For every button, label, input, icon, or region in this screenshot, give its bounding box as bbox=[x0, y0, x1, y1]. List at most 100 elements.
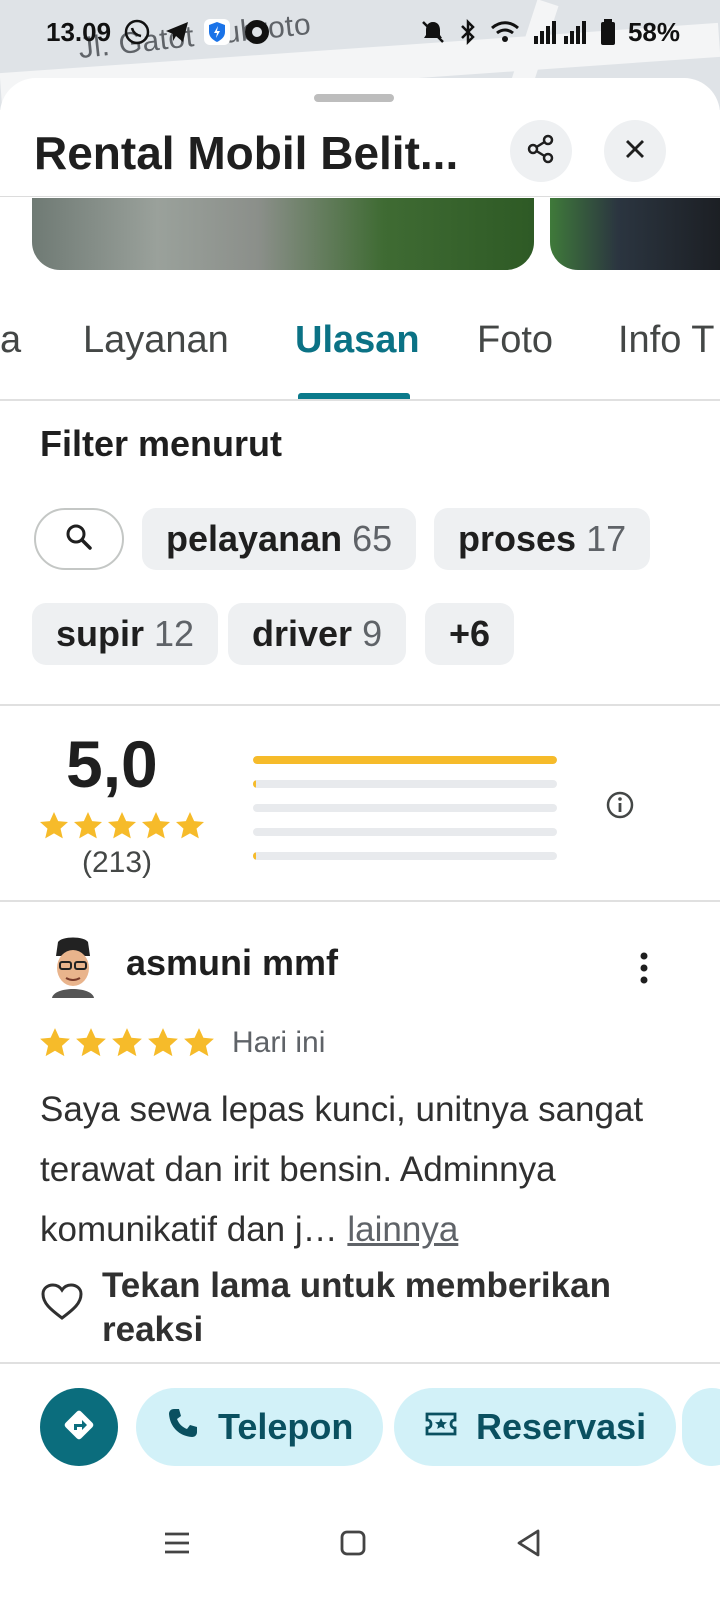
chip-count: 17 bbox=[586, 518, 627, 559]
review-text: Saya sewa lepas kunci, unitnya sangat te… bbox=[40, 1080, 690, 1260]
rating-stars bbox=[38, 810, 206, 842]
rating-bar-3 bbox=[253, 804, 557, 812]
sheet-header: Rental Mobil Belit... bbox=[0, 114, 720, 198]
avatar[interactable] bbox=[46, 936, 100, 998]
close-icon bbox=[623, 137, 647, 166]
star-icon bbox=[142, 812, 170, 839]
star-icon bbox=[184, 1028, 214, 1057]
review-stars bbox=[38, 1026, 216, 1060]
battery-percent: 58% bbox=[627, 16, 680, 47]
wifi-icon bbox=[490, 19, 520, 45]
rating-bar-5 bbox=[253, 756, 557, 764]
rating-bar-fill bbox=[253, 780, 257, 788]
star-icon bbox=[108, 812, 136, 839]
tab-services[interactable]: Layanan bbox=[83, 319, 229, 362]
chip-label: +6 bbox=[449, 613, 491, 654]
aperture-icon bbox=[243, 18, 271, 46]
rating-bar-1 bbox=[253, 852, 557, 860]
chip-count: 12 bbox=[154, 613, 195, 654]
place-sheet: Rental Mobil Belit... a Layanan Ulasan F… bbox=[0, 78, 720, 1368]
place-title: Rental Mobil Belit... bbox=[34, 127, 459, 179]
tab-overview[interactable]: a bbox=[0, 319, 21, 362]
filter-chip-proses[interactable]: proses 17 bbox=[434, 508, 651, 570]
signal-icon bbox=[532, 20, 588, 44]
close-button[interactable] bbox=[604, 120, 666, 182]
rating-score: 5,0 bbox=[66, 727, 158, 801]
reaction-hint: Tekan lama untuk memberikan reaksi bbox=[102, 1266, 611, 1349]
back-triangle-icon bbox=[514, 1528, 544, 1563]
filter-title: Filter menurut bbox=[40, 423, 283, 464]
whatsapp-icon bbox=[123, 18, 151, 46]
filter-chip-more[interactable]: +6 bbox=[425, 603, 515, 665]
chip-label: supir bbox=[56, 613, 145, 654]
share-icon bbox=[526, 134, 556, 169]
reserve-label: Reservasi bbox=[476, 1406, 647, 1447]
battery-icon bbox=[600, 19, 616, 45]
tab-reviews[interactable]: Ulasan bbox=[295, 319, 420, 362]
chip-label: driver bbox=[252, 613, 353, 654]
home-square-icon bbox=[339, 1529, 367, 1562]
place-photo[interactable] bbox=[550, 198, 720, 270]
system-nav-bar bbox=[0, 1492, 720, 1600]
rating-bar-fill bbox=[253, 852, 257, 860]
chip-count: 65 bbox=[352, 518, 393, 559]
more-options-icon[interactable] bbox=[632, 948, 656, 993]
star-icon bbox=[176, 812, 204, 839]
telegram-icon bbox=[163, 18, 191, 46]
ticket-icon bbox=[424, 1406, 458, 1448]
star-icon bbox=[148, 1028, 178, 1057]
share-button[interactable] bbox=[510, 120, 572, 182]
search-reviews-button[interactable] bbox=[34, 508, 124, 570]
chip-label: proses bbox=[458, 518, 577, 559]
star-icon bbox=[40, 1028, 70, 1057]
rating-bar-4 bbox=[253, 780, 557, 788]
star-icon bbox=[74, 812, 102, 839]
action-bar: Telepon Reservasi bbox=[0, 1362, 720, 1494]
directions-icon bbox=[62, 1408, 96, 1447]
tab-photos[interactable]: Foto bbox=[477, 319, 553, 362]
call-button[interactable]: Telepon bbox=[136, 1388, 384, 1466]
tab-info[interactable]: Info T bbox=[618, 319, 714, 362]
back-button[interactable] bbox=[504, 1520, 554, 1570]
filter-chip-driver[interactable]: driver 9 bbox=[228, 603, 407, 665]
maps-screen: Jl. Gatot Subroto 13.09 58% Rental Mobil… bbox=[0, 0, 720, 1600]
review-body: Saya sewa lepas kunci, unitnya sangat te… bbox=[40, 1090, 644, 1249]
phone-icon bbox=[166, 1406, 200, 1449]
search-icon bbox=[64, 522, 94, 557]
shield-icon bbox=[203, 18, 231, 46]
chip-label: pelayanan bbox=[166, 518, 343, 559]
rating-bar-fill bbox=[253, 756, 557, 764]
reaction-row[interactable]: Tekan lama untuk memberikan reaksi bbox=[40, 1264, 680, 1352]
star-icon bbox=[112, 1028, 142, 1057]
status-time: 13.09 bbox=[46, 16, 112, 47]
reviewer-name[interactable]: asmuni mmf bbox=[126, 942, 338, 984]
filter-chip-pelayanan[interactable]: pelayanan 65 bbox=[142, 508, 417, 570]
directions-button[interactable] bbox=[40, 1388, 118, 1466]
star-icon bbox=[76, 1028, 106, 1057]
call-label: Telepon bbox=[218, 1406, 354, 1447]
read-more-link[interactable]: lainnya bbox=[347, 1210, 458, 1249]
rating-count: (213) bbox=[82, 846, 153, 879]
star-icon bbox=[40, 812, 68, 839]
mute-icon bbox=[420, 19, 446, 45]
tabs-divider bbox=[0, 399, 720, 401]
rating-bar-2 bbox=[253, 828, 557, 836]
status-bar: 13.09 58% bbox=[0, 0, 720, 64]
review-meta: Hari ini bbox=[38, 1026, 325, 1060]
review-date: Hari ini bbox=[232, 1026, 326, 1059]
header-divider bbox=[0, 196, 720, 197]
more-actions-pill[interactable] bbox=[682, 1388, 720, 1466]
chip-count: 9 bbox=[362, 613, 383, 654]
heart-icon[interactable] bbox=[40, 1282, 84, 1327]
reserve-button[interactable]: Reservasi bbox=[394, 1388, 677, 1466]
info-icon[interactable] bbox=[605, 790, 635, 825]
recent-apps-button[interactable] bbox=[152, 1520, 202, 1570]
section-divider bbox=[0, 704, 720, 706]
bluetooth-icon bbox=[458, 18, 478, 46]
drag-handle[interactable] bbox=[314, 94, 394, 102]
home-button[interactable] bbox=[328, 1520, 378, 1570]
filter-chip-supir[interactable]: supir 12 bbox=[32, 603, 219, 665]
place-photo[interactable] bbox=[32, 198, 534, 270]
menu-icon bbox=[162, 1530, 192, 1561]
section-divider bbox=[0, 900, 720, 902]
